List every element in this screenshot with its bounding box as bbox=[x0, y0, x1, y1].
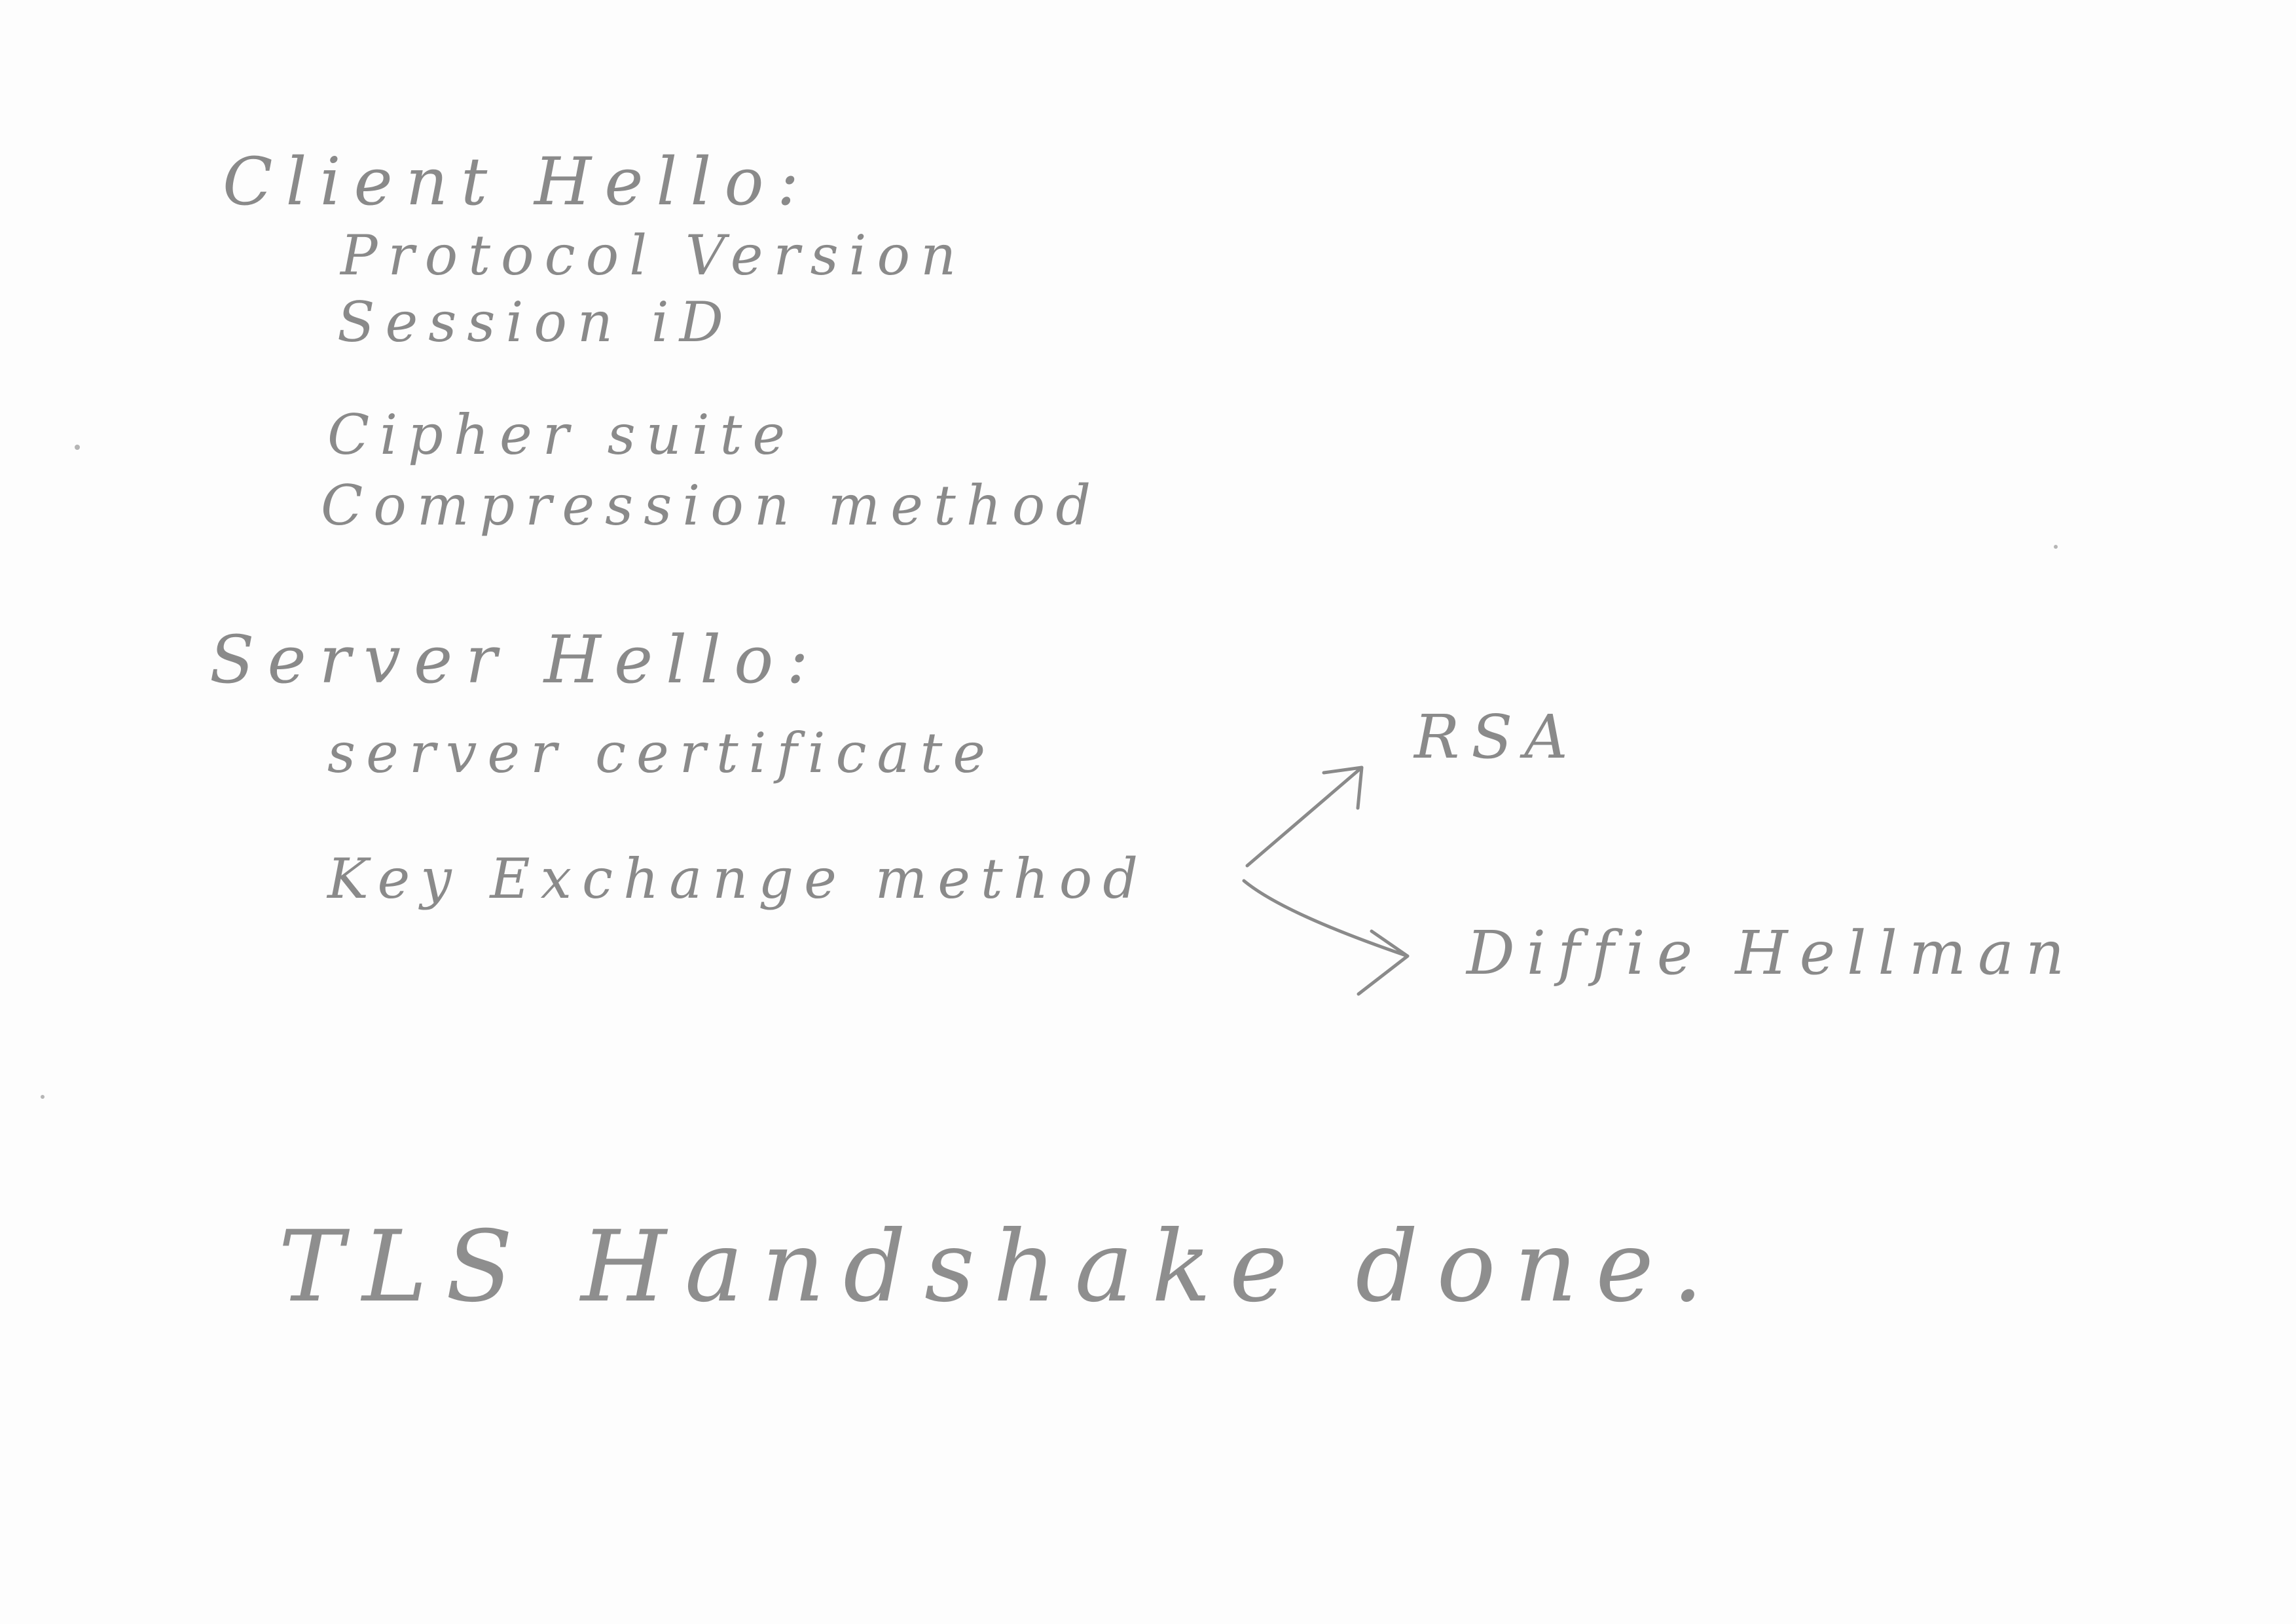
client-hello-item-compression-method: Compression method bbox=[321, 473, 1102, 538]
tls-handshake-done-note: TLS Handshake done. bbox=[278, 1210, 1722, 1324]
arrow-to-diffie-hellman bbox=[1242, 879, 1410, 996]
client-hello-heading: Client Hello: bbox=[223, 143, 812, 220]
handwritten-sheet: Client Hello: Protocol Version Session i… bbox=[0, 0, 2296, 1624]
key-exchange-option-diffie-hellman: Diffie Hellman bbox=[1467, 918, 2077, 988]
paper-speck bbox=[2054, 545, 2058, 549]
paper-speck bbox=[75, 445, 80, 450]
key-exchange-option-rsa: RSA bbox=[1414, 702, 1580, 772]
server-hello-item-key-exchange-method: Key Exchange method bbox=[327, 847, 1149, 911]
server-hello-heading: Server Hello: bbox=[210, 621, 822, 698]
server-hello-item-server-certificate: server certificate bbox=[327, 721, 996, 785]
client-hello-item-cipher-suite: Cipher suite bbox=[327, 403, 796, 467]
client-hello-item-session-id: Session iD bbox=[337, 290, 734, 354]
arrow-to-rsa bbox=[1245, 766, 1364, 868]
paper-speck bbox=[41, 1095, 45, 1099]
client-hello-item-protocol-version: Protocol Version bbox=[340, 223, 967, 287]
